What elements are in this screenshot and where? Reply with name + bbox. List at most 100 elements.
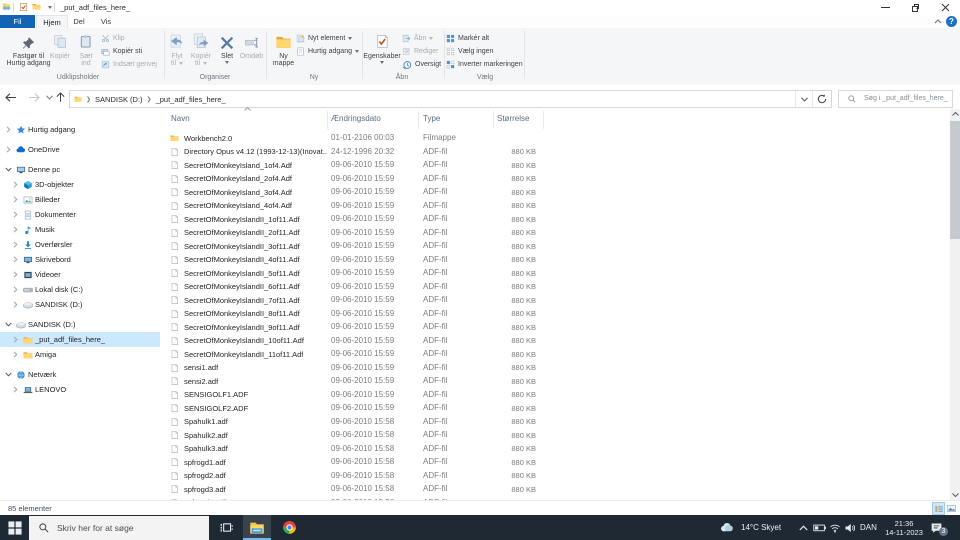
breadcrumb-chevron[interactable]: ❯ (147, 96, 152, 103)
copy-button[interactable]: Kopiér (46, 30, 74, 60)
file-row[interactable]: Spahulk2.adf 09-06-2010 15:58 ADF-fil 880 K… (160, 428, 960, 442)
divider[interactable] (493, 111, 494, 129)
file-row[interactable]: Directory Opus v4.12 (1993-12-13)(Inovat… (160, 145, 960, 159)
delete-button[interactable]: Slet (215, 30, 239, 64)
divider[interactable] (327, 111, 328, 129)
tree-item[interactable]: Hurtig adgang (0, 122, 160, 137)
chevron-collapsed-icon[interactable] (11, 181, 19, 188)
chevron-collapsed-icon[interactable] (11, 336, 19, 343)
file-row[interactable]: SecretOfMonkeyIsland_2of4.Adf 09-06-2010 … (160, 172, 960, 186)
volume-icon[interactable] (844, 515, 856, 540)
move-to-button[interactable]: Flyt til (166, 30, 188, 67)
copy-to-button[interactable]: Kopiér til (188, 30, 214, 67)
file-row[interactable]: SecretOfMonkeyIslandII_1of11.Adf 09-06-20… (160, 212, 960, 226)
clock[interactable]: 21:36 14-11-2023 (882, 515, 926, 540)
paste-shortcut-button[interactable]: Indsæt genvej (101, 59, 157, 70)
chevron-expanded-icon[interactable] (4, 322, 12, 327)
scroll-down-arrow[interactable] (950, 490, 960, 500)
file-row[interactable]: SecretOfMonkeyIslandII_4of11.Adf 09-06-20… (160, 253, 960, 267)
chevron-collapsed-icon[interactable] (11, 196, 19, 203)
tree-item[interactable]: Skrivebord (0, 252, 160, 267)
copy-path-button[interactable]: Kopiér sti (101, 46, 142, 57)
cut-button[interactable]: Klip (101, 33, 125, 44)
minimize-button[interactable] (870, 0, 900, 15)
new-item-button[interactable]: Nyt element (296, 33, 353, 44)
paste-button[interactable]: Sæt ind (74, 30, 98, 67)
notification-center-button[interactable]: 3 (930, 515, 948, 540)
chevron-expanded-icon[interactable] (4, 167, 12, 172)
file-row[interactable]: Workbench2.0 01-01-2106 00:03 Filmappe (160, 131, 960, 145)
start-button[interactable] (0, 515, 29, 540)
qat-properties-icon[interactable] (19, 2, 28, 12)
chevron-collapsed-icon[interactable] (11, 211, 19, 218)
invert-selection-button[interactable]: Inverter markeringen (446, 59, 523, 70)
select-all-button[interactable]: Markér alt (446, 33, 489, 44)
taskbar-chrome-button[interactable] (275, 515, 303, 540)
search-box[interactable]: Søg i _put_adf_files_here_ (838, 90, 953, 108)
chevron-collapsed-icon[interactable] (11, 286, 19, 293)
tree-item[interactable]: Amiga (0, 347, 160, 362)
tree-item[interactable]: Netværk (0, 367, 160, 382)
file-row[interactable]: SecretOfMonkeyIslandII_5of11.Adf 09-06-20… (160, 266, 960, 280)
file-row[interactable]: spfrogd2.adf 09-06-2010 15:58 ADF-fil 880 K… (160, 469, 960, 483)
collapse-ribbon-button[interactable] (934, 19, 942, 24)
tree-item[interactable]: SANDISK (D:) (0, 297, 160, 312)
file-row[interactable]: SecretOfMonkeyIsland_1of4.Adf 09-06-2010 … (160, 158, 960, 172)
file-row[interactable]: SENSIGOLF2.ADF 09-06-2010 15:59 ADF-fil 880… (160, 401, 960, 415)
file-row[interactable]: spfrogd3.adf 09-06-2010 15:58 ADF-fil 880 K… (160, 482, 960, 496)
maximize-button[interactable] (900, 0, 930, 15)
tree-item[interactable]: SANDISK (D:) (0, 317, 160, 332)
chevron-collapsed-icon[interactable] (11, 351, 19, 358)
up-button[interactable] (52, 89, 68, 105)
tree-item[interactable]: OneDrive (0, 142, 160, 157)
breadcrumb-current[interactable]: _put_adf_files_here_ (156, 95, 226, 104)
large-icons-view-button[interactable] (945, 502, 958, 515)
tree-item[interactable]: LENOVO (0, 382, 160, 397)
chevron-collapsed-icon[interactable] (11, 241, 19, 248)
back-button[interactable] (2, 89, 18, 105)
breadcrumb-chevron[interactable]: ❯ (86, 96, 91, 103)
close-button[interactable] (930, 0, 960, 15)
properties-button[interactable]: Egenskaber (363, 30, 401, 64)
file-row[interactable]: Spahulk1.adf 09-06-2010 15:58 ADF-fil 880 K… (160, 415, 960, 429)
new-folder-button[interactable]: Ny mappe (270, 30, 297, 67)
file-row[interactable]: sensi1.adf 09-06-2010 15:59 ADF-fil 880 KB (160, 361, 960, 375)
tree-item[interactable]: Denne pc (0, 162, 160, 177)
file-row[interactable]: SecretOfMonkeyIslandII_3of11.Adf 09-06-20… (160, 239, 960, 253)
file-row[interactable]: SecretOfMonkeyIslandII_10of11.Adf 09-06-2… (160, 334, 960, 348)
tab-home[interactable]: Hjem (36, 15, 68, 29)
address-bar[interactable]: ❯ SANDISK (D:) ❯ _put_adf_files_here_ (69, 90, 832, 108)
address-dropdown-caret[interactable] (795, 91, 813, 107)
column-header-date[interactable]: Ændringsdato (331, 114, 381, 123)
task-view-button[interactable] (212, 515, 240, 540)
column-header-size[interactable]: Størrelse (497, 114, 529, 123)
qat-new-folder-icon[interactable] (32, 2, 41, 11)
breadcrumb-root[interactable]: SANDISK (D:) (95, 95, 143, 104)
file-row[interactable]: Spahulk3.adf 09-06-2010 15:58 ADF-fil 880 K… (160, 442, 960, 456)
show-hidden-icons-button[interactable] (799, 515, 808, 540)
rename-button[interactable]: Omdøb (239, 30, 264, 60)
file-row[interactable]: SecretOfMonkeyIsland_4of4.Adf 09-06-2010 … (160, 199, 960, 213)
taskbar-search[interactable]: Skriv her for at søge (29, 516, 209, 540)
open-button[interactable]: Åbn (402, 33, 434, 44)
tree-item[interactable]: Billeder (0, 192, 160, 207)
file-row[interactable]: SecretOfMonkeyIslandII_2of11.Adf 09-06-20… (160, 226, 960, 240)
file-row[interactable]: SecretOfMonkeyIslandII_11of11.Adf 09-06-2… (160, 347, 960, 361)
column-header-type[interactable]: Type (423, 114, 440, 123)
select-none-button[interactable]: Vælg ingen (446, 46, 493, 57)
file-row[interactable]: SecretOfMonkeyIslandII_9of11.Adf 09-06-20… (160, 320, 960, 334)
chevron-collapsed-icon[interactable] (11, 256, 19, 263)
divider[interactable] (418, 111, 419, 129)
tree-item[interactable]: Overførsler (0, 237, 160, 252)
tree-item[interactable]: 3D-objekter (0, 177, 160, 192)
edit-button[interactable]: Rediger (402, 46, 439, 57)
file-row[interactable]: SecretOfMonkeyIslandII_7of11.Adf 09-06-20… (160, 293, 960, 307)
column-header-name[interactable]: Navn (171, 114, 190, 123)
battery-icon[interactable] (813, 515, 826, 540)
tree-item[interactable]: Dokumenter (0, 207, 160, 222)
file-row[interactable]: SecretOfMonkeyIslandII_8of11.Adf 09-06-20… (160, 307, 960, 321)
divider[interactable] (543, 111, 544, 129)
language-indicator[interactable]: DAN (860, 515, 877, 540)
weather-widget[interactable]: 14°C Skyet (718, 515, 781, 540)
file-row[interactable]: SecretOfMonkeyIsland_3of4.Adf 09-06-2010 … (160, 185, 960, 199)
